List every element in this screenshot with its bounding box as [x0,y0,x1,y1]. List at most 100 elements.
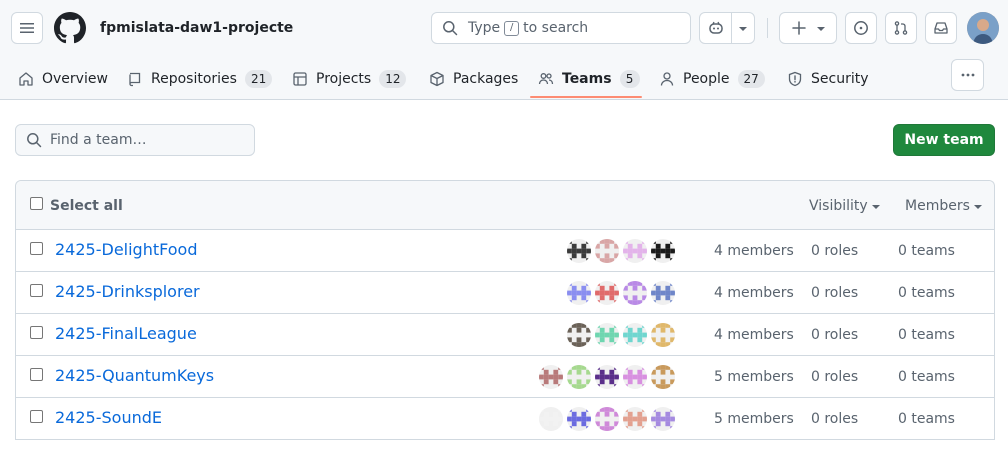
team-name-link[interactable]: 2425-QuantumKeys [55,366,214,386]
member-avatar[interactable] [538,406,564,432]
team-name-link[interactable]: 2425-FinalLeague [55,324,197,344]
identicon-icon [567,407,591,431]
tab-teams[interactable]: Teams 5 [538,64,640,94]
menu-button[interactable] [11,12,43,44]
member-avatar[interactable] [650,280,676,306]
identicon-icon [539,365,563,389]
teams-table: Select all Visibility Members 2425-Delig… [15,180,995,440]
member-count[interactable]: 5 members [714,410,794,428]
member-avatar[interactable] [566,280,592,306]
search-suffix: to search [523,20,589,36]
identicon-icon [623,407,647,431]
identicon-icon [595,239,619,263]
identicon-icon [567,323,591,347]
identicon-icon [595,407,619,431]
roles-count: 0 roles [811,285,859,301]
select-all-label[interactable]: Select all [50,197,123,215]
members-filter-dropdown[interactable]: Members [905,197,982,215]
row-checkbox[interactable] [30,410,43,423]
roles-count: 0 roles [811,411,859,427]
child-teams-count: 0 teams [898,411,955,427]
tab-overview[interactable]: Overview [18,64,108,94]
member-count[interactable]: 4 members [714,326,794,344]
member-avatar[interactable] [594,322,620,348]
member-avatar[interactable] [594,364,620,390]
select-all-checkbox[interactable] [30,197,43,210]
member-avatars [536,406,676,432]
pull-requests-button[interactable] [885,12,917,44]
row-checkbox[interactable] [30,368,43,381]
tab-label: People [683,71,730,87]
member-avatar[interactable] [622,364,648,390]
chevron-down-icon [817,27,825,31]
search-icon [27,133,42,148]
member-avatars [536,364,676,390]
hamburger-icon [20,23,34,33]
members-filter-label: Members [905,198,970,214]
tab-repositories[interactable]: Repositories 21 [127,64,273,94]
org-nav: Overview Repositories 21 Projects 12 Pac… [0,56,1008,100]
tab-label: Security [811,71,869,87]
identicon-icon [651,239,675,263]
member-count[interactable]: 5 members [714,368,794,386]
row-checkbox[interactable] [30,242,43,255]
team-name-link[interactable]: 2425-DelightFood [55,240,197,260]
child-teams-count: 0 teams [898,285,955,301]
org-name[interactable]: fpmislata-daw1-projecte [100,18,293,38]
team-name-link[interactable]: 2425-Drinksplorer [55,282,200,302]
member-avatar[interactable] [594,238,620,264]
member-avatar[interactable] [622,322,648,348]
inbox-button[interactable] [925,12,957,44]
more-tabs-button[interactable] [951,59,984,91]
tab-packages[interactable]: Packages [429,64,518,94]
pull-request-icon [894,21,908,35]
member-avatar[interactable] [566,364,592,390]
user-avatar[interactable] [967,12,999,44]
header-divider [767,18,768,38]
issues-button[interactable] [845,12,877,44]
table-icon [293,72,307,86]
visibility-filter-dropdown[interactable]: Visibility [809,197,880,215]
team-name-link[interactable]: 2425-SoundE [55,408,162,428]
create-new-button[interactable] [779,12,837,44]
member-avatars [564,280,676,306]
member-avatar[interactable] [566,322,592,348]
tab-count: 21 [244,70,273,88]
tab-label: Projects [316,71,372,87]
member-avatar[interactable] [594,280,620,306]
copilot-dropdown-button[interactable] [731,12,755,44]
shield-icon [788,71,802,87]
find-team-input[interactable]: Find a team… [15,124,255,156]
inbox-icon [934,22,948,34]
tab-security[interactable]: Security [787,64,869,94]
member-avatar[interactable] [566,406,592,432]
copilot-button[interactable] [699,12,732,44]
member-avatar[interactable] [594,406,620,432]
member-avatars [564,238,676,264]
member-avatar[interactable] [622,280,648,306]
identicon-icon [651,407,675,431]
member-avatar[interactable] [650,364,676,390]
member-avatar[interactable] [650,238,676,264]
github-logo-icon[interactable] [54,12,86,44]
member-avatar[interactable] [650,406,676,432]
chevron-down-icon [973,205,982,209]
member-count[interactable]: 4 members [714,284,794,302]
row-checkbox[interactable] [30,326,43,339]
member-avatar[interactable] [622,406,648,432]
new-team-button[interactable]: New team [893,124,995,156]
search-prefix: Type [468,20,501,36]
member-avatar[interactable] [622,238,648,264]
global-search-input[interactable]: Type / to search [431,12,691,44]
row-checkbox[interactable] [30,284,43,297]
member-avatar[interactable] [538,364,564,390]
tab-label: Repositories [151,71,237,87]
identicon-icon [623,365,647,389]
member-count[interactable]: 4 members [714,242,794,260]
tab-people[interactable]: People 27 [659,64,765,94]
member-avatar[interactable] [566,238,592,264]
tab-projects[interactable]: Projects 12 [292,64,407,94]
search-shortcut-key: / [504,20,520,36]
member-avatar[interactable] [650,322,676,348]
issue-icon [854,21,868,35]
